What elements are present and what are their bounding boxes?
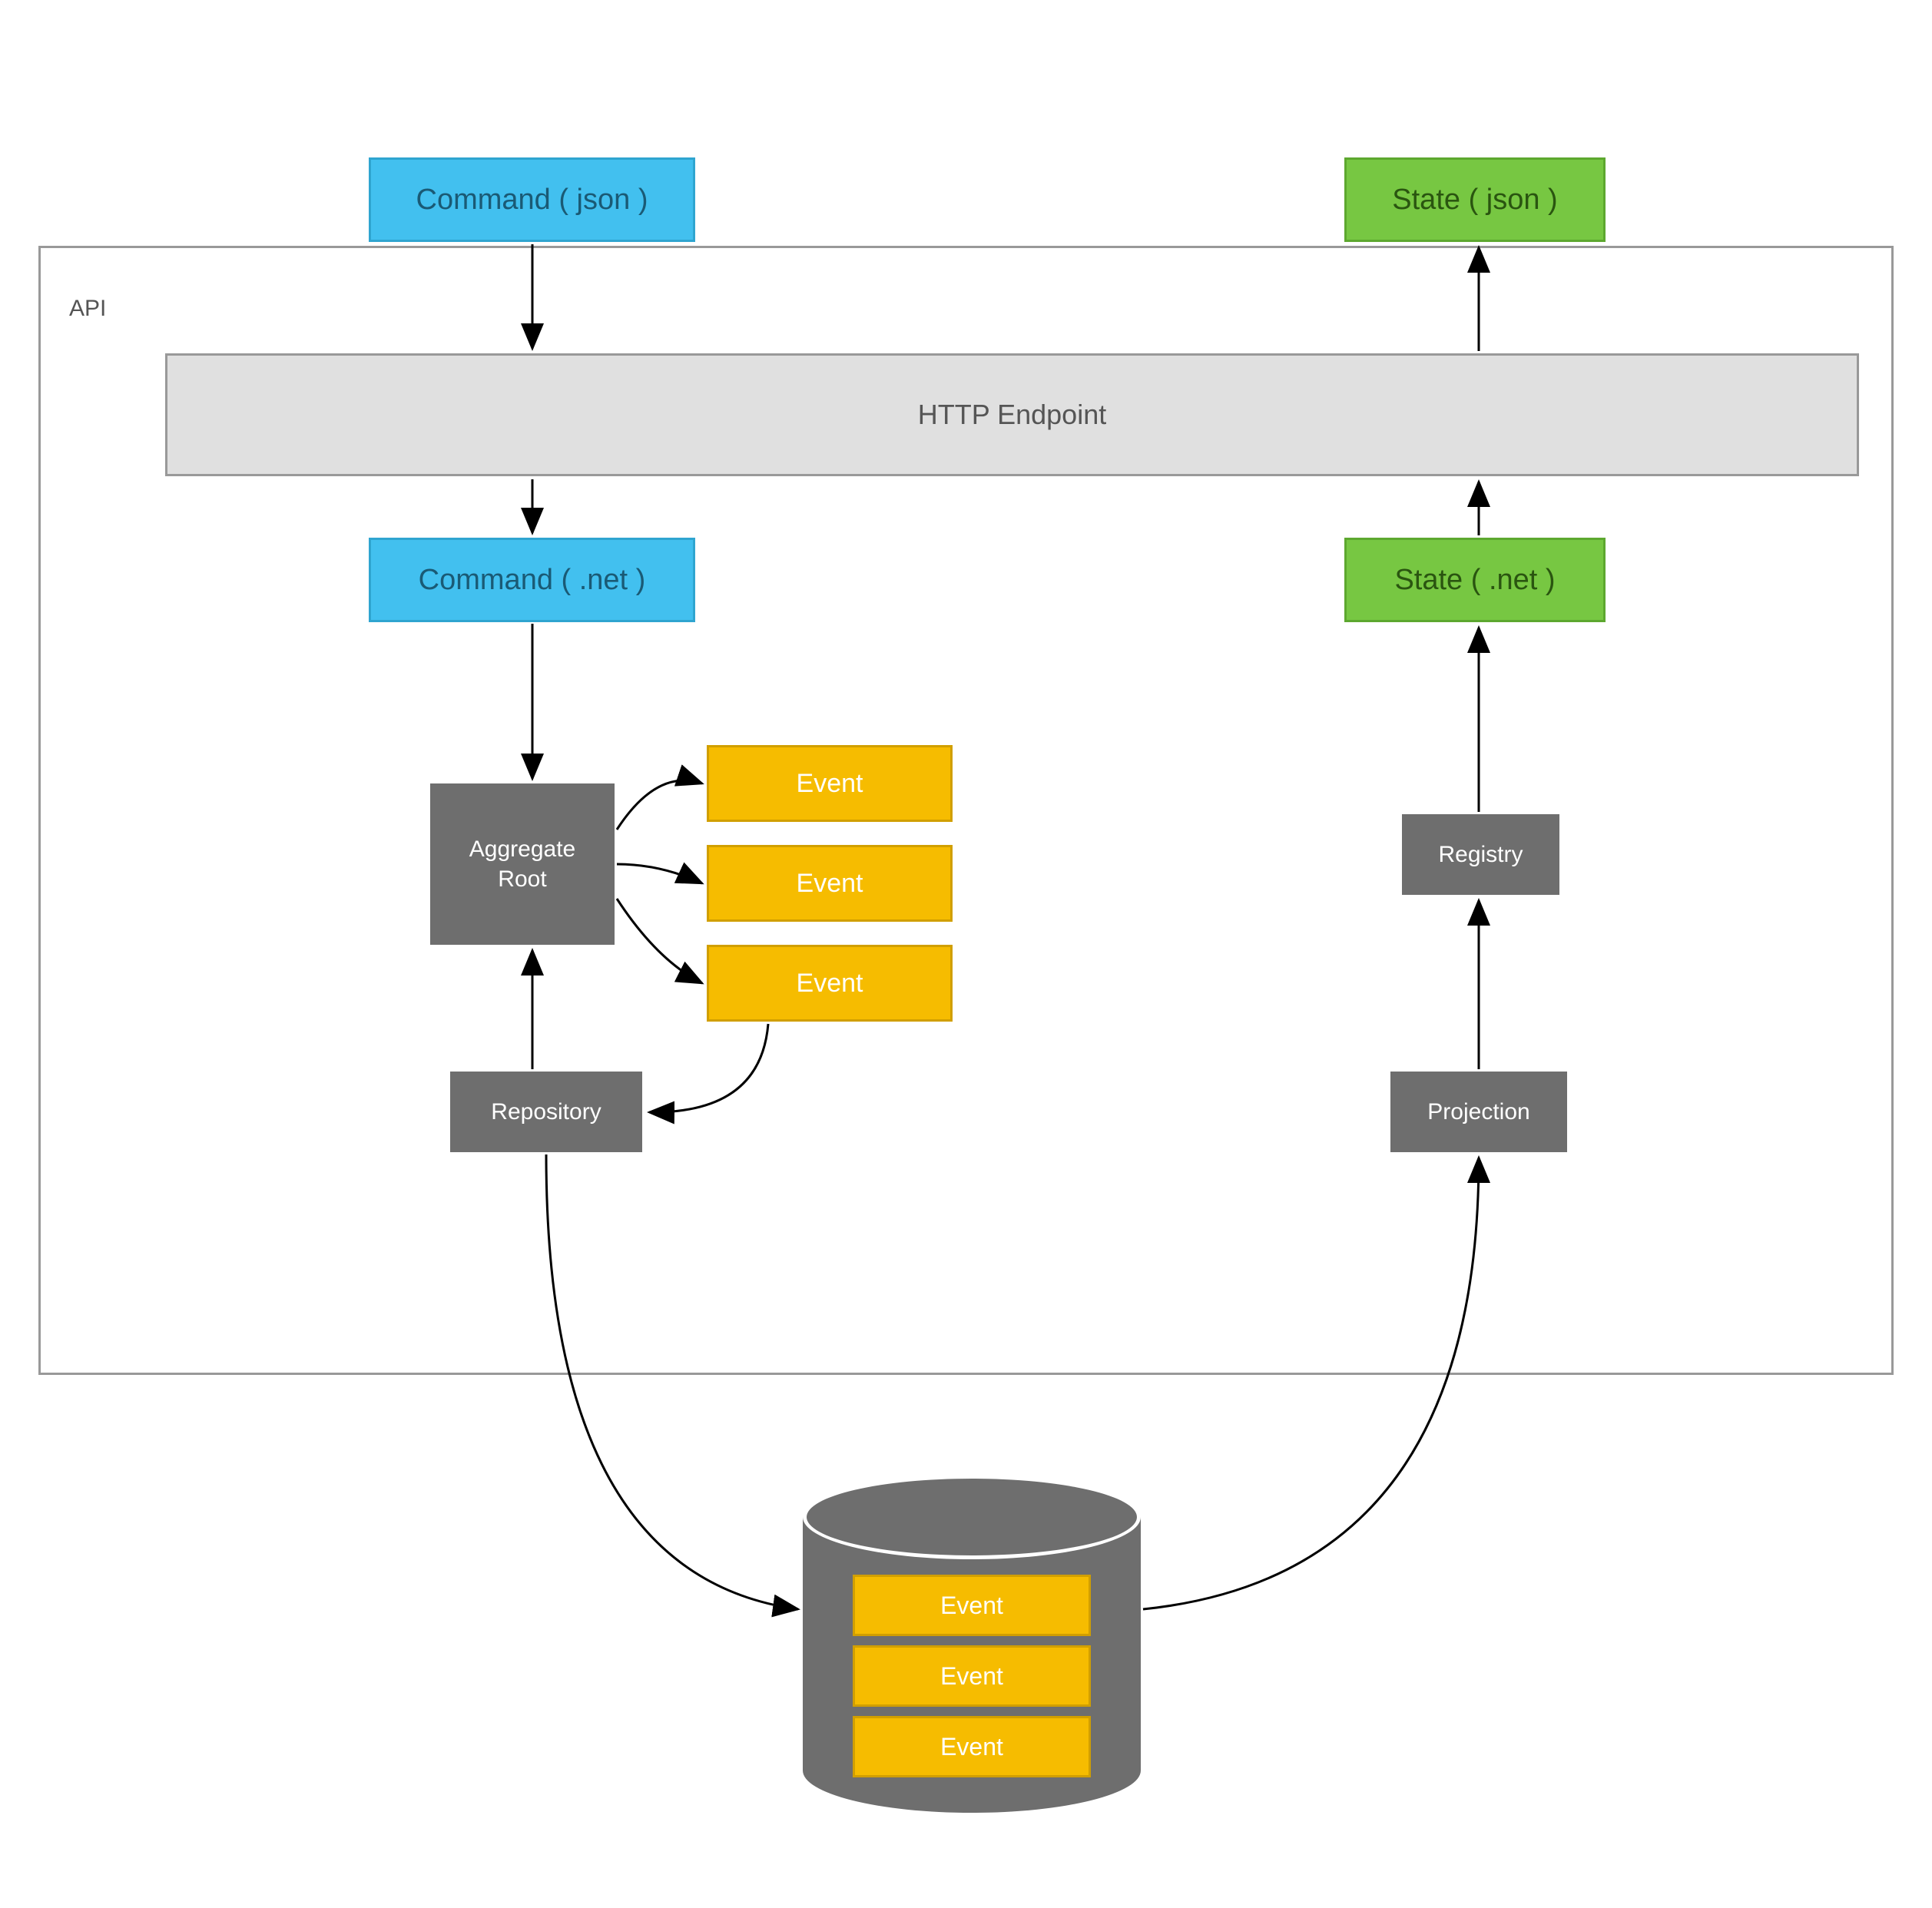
database-cylinder: Event Event Event	[803, 1475, 1141, 1813]
registry-label: Registry	[1438, 842, 1523, 868]
registry-box: Registry	[1402, 814, 1559, 895]
event-box-2: Event	[707, 845, 953, 922]
state-json-box: State ( json )	[1344, 157, 1606, 242]
aggregate-root-box: Aggregate Root	[430, 783, 615, 945]
diagram-canvas: API HTTP Endpoint Command ( json ) State…	[0, 0, 1932, 1908]
event-box-1: Event	[707, 745, 953, 822]
event-box-3: Event	[707, 945, 953, 1022]
projection-label: Projection	[1427, 1099, 1529, 1125]
command-json-box: Command ( json )	[369, 157, 695, 242]
event-label-3: Event	[797, 969, 863, 999]
projection-box: Projection	[1390, 1072, 1567, 1152]
state-net-box: State ( .net )	[1344, 538, 1606, 622]
repository-label: Repository	[491, 1099, 601, 1125]
state-json-label: State ( json )	[1392, 184, 1557, 217]
event-label-2: Event	[797, 869, 863, 899]
aggregate-root-label: Aggregate Root	[469, 834, 575, 894]
http-endpoint-label: HTTP Endpoint	[918, 399, 1106, 431]
db-event-3: Event	[853, 1716, 1091, 1777]
command-net-label: Command ( .net )	[419, 564, 646, 597]
event-label-1: Event	[797, 769, 863, 799]
db-event-2: Event	[853, 1645, 1091, 1707]
repository-box: Repository	[450, 1072, 642, 1152]
db-event-1: Event	[853, 1575, 1091, 1636]
api-label: API	[69, 296, 106, 322]
http-endpoint-box: HTTP Endpoint	[165, 353, 1859, 476]
state-net-label: State ( .net )	[1394, 564, 1555, 597]
command-json-label: Command ( json )	[416, 184, 648, 217]
command-net-box: Command ( .net )	[369, 538, 695, 622]
